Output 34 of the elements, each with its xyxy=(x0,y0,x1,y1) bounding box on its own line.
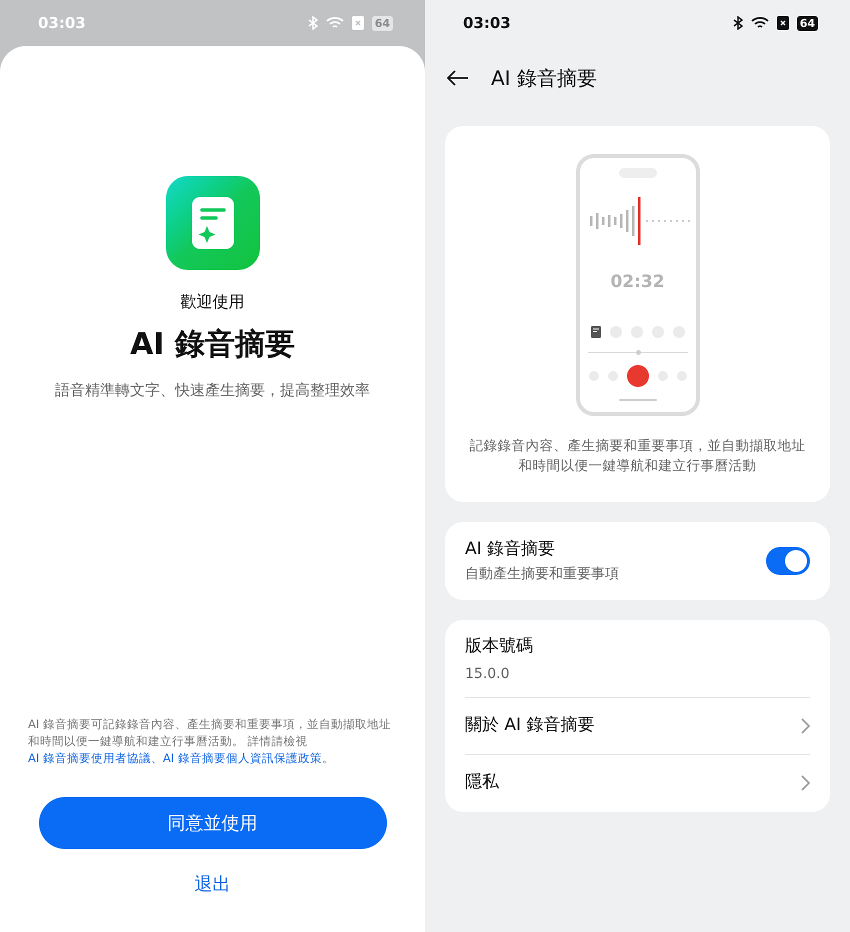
settings-row[interactable]: 關於 AI 錄音摘要 xyxy=(465,698,810,754)
timer-text: 02:32 xyxy=(610,271,665,294)
app-icon xyxy=(166,176,260,270)
wifi-icon xyxy=(326,16,344,30)
feature-toggle[interactable] xyxy=(766,547,810,575)
agree-button[interactable]: 同意並使用 xyxy=(38,797,386,849)
policy-link[interactable]: AI 錄音摘要使用者協議 xyxy=(28,751,151,765)
bluetooth-icon xyxy=(732,16,743,30)
status-time: 03:03 xyxy=(463,12,511,34)
no-sim-icon xyxy=(352,16,364,30)
chevron-right-icon xyxy=(801,775,810,791)
status-time: 03:03 xyxy=(38,12,86,34)
battery-indicator: 64 xyxy=(796,16,818,30)
app-title: AI 錄音摘要 xyxy=(130,326,295,364)
back-arrow-icon[interactable] xyxy=(447,70,469,86)
chevron-right-icon xyxy=(801,718,810,734)
policy-link[interactable]: AI 錄音摘要個人資訊保護政策 xyxy=(162,751,322,765)
disclaimer-text: AI 錄音摘要可記錄錄音內容、產生摘要和重要事項，並自動擷取地址和時間以便一鍵導航和建立行事曆活動。 詳情請檢視 AI 錄音摘要使用者協議、AI 錄音摘要個人資訊保護政策。 xyxy=(27,716,392,767)
wifi-icon xyxy=(750,16,769,30)
document-icon xyxy=(590,326,600,338)
settings-row[interactable]: 隱私 xyxy=(465,754,810,812)
exit-link[interactable]: 退出 xyxy=(194,871,230,898)
feature-description: 記錄錄音內容、產生摘要和重要事項，並自動擷取地址和時間以便一鍵導航和建立行事曆活動 xyxy=(468,437,806,476)
policy-link[interactable]: 、 xyxy=(150,751,163,765)
setting-title: AI 錄音摘要 xyxy=(465,538,556,561)
no-sim-icon xyxy=(776,16,789,30)
bluetooth-icon xyxy=(308,16,318,30)
version-number: 15.0.0 xyxy=(465,664,511,684)
version-label: 版本號碼 xyxy=(465,635,534,658)
page-title: AI 錄音摘要 xyxy=(491,65,597,92)
welcome-subtitle: 歡迎使用 xyxy=(180,291,244,313)
tagline: 語音精準轉文字、快速產生摘要，提高整理效率 xyxy=(55,380,370,401)
battery-indicator: 64 xyxy=(372,16,393,30)
setting-subtitle: 自動產生摘要和重要事項 xyxy=(465,565,620,584)
